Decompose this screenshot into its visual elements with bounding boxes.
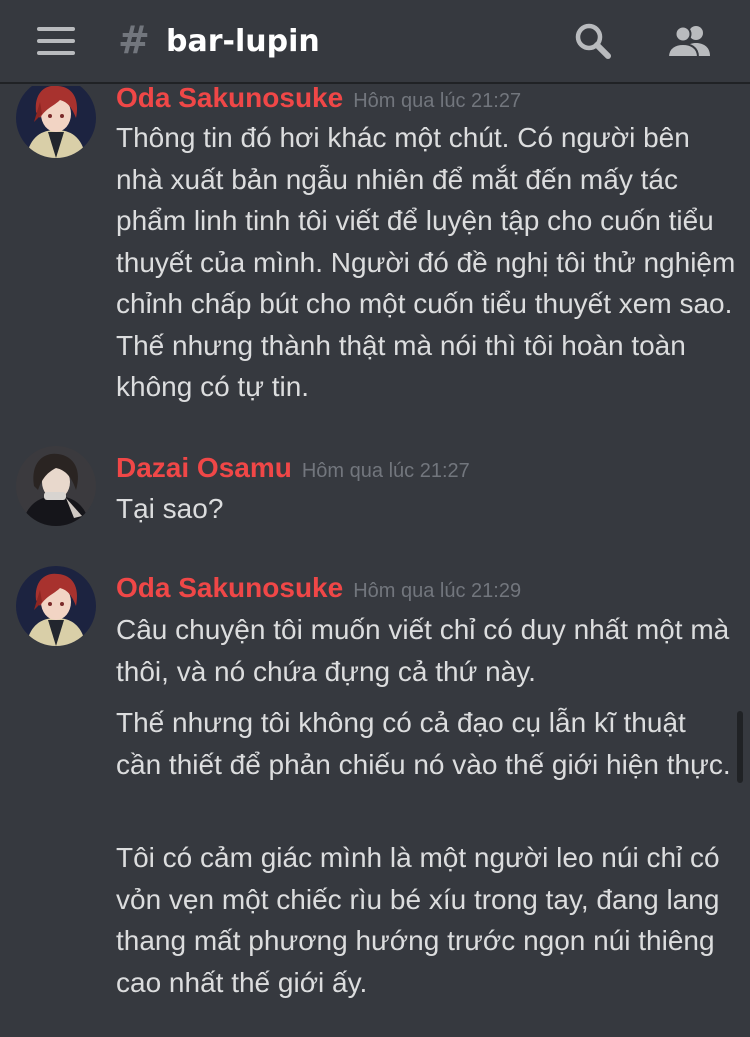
channel-name: bar-lupin <box>166 24 320 59</box>
scrollbar-thumb[interactable] <box>737 711 743 783</box>
author-name[interactable]: Oda Sakunosuke <box>116 86 343 113</box>
message-timestamp: Hôm qua lúc 21:27 <box>301 460 470 482</box>
search-icon[interactable] <box>572 22 616 62</box>
message-text: Tại sao? <box>116 493 224 524</box>
message-list[interactable]: Oda Sakunosuke Hôm qua lúc 21:27 Thông ti… <box>0 86 750 1037</box>
channel-header: # bar-lupin <box>0 0 750 84</box>
message-text: Tôi có cảm giác mình là một người leo nú… <box>116 842 720 998</box>
message-text: Thế nhưng tôi không có cả đạo cụ lẫn kĩ … <box>116 707 731 780</box>
avatar[interactable] <box>16 446 96 526</box>
avatar[interactable] <box>16 566 96 646</box>
author-name[interactable]: Dazai Osamu <box>116 452 292 483</box>
channel-hash-icon: # <box>118 18 150 62</box>
hamburger-menu-icon[interactable] <box>37 27 75 55</box>
message-timestamp: Hôm qua lúc 21:27 <box>353 90 522 112</box>
message-timestamp: Hôm qua lúc 21:29 <box>353 580 522 602</box>
members-icon[interactable] <box>666 22 710 62</box>
message-text: Thông tin đó hơi khác một chút. Có người… <box>116 122 736 402</box>
message-text: Câu chuyện tôi muốn viết chỉ có duy nhất… <box>116 614 730 687</box>
avatar[interactable] <box>16 86 96 158</box>
author-name[interactable]: Oda Sakunosuke <box>116 572 343 603</box>
